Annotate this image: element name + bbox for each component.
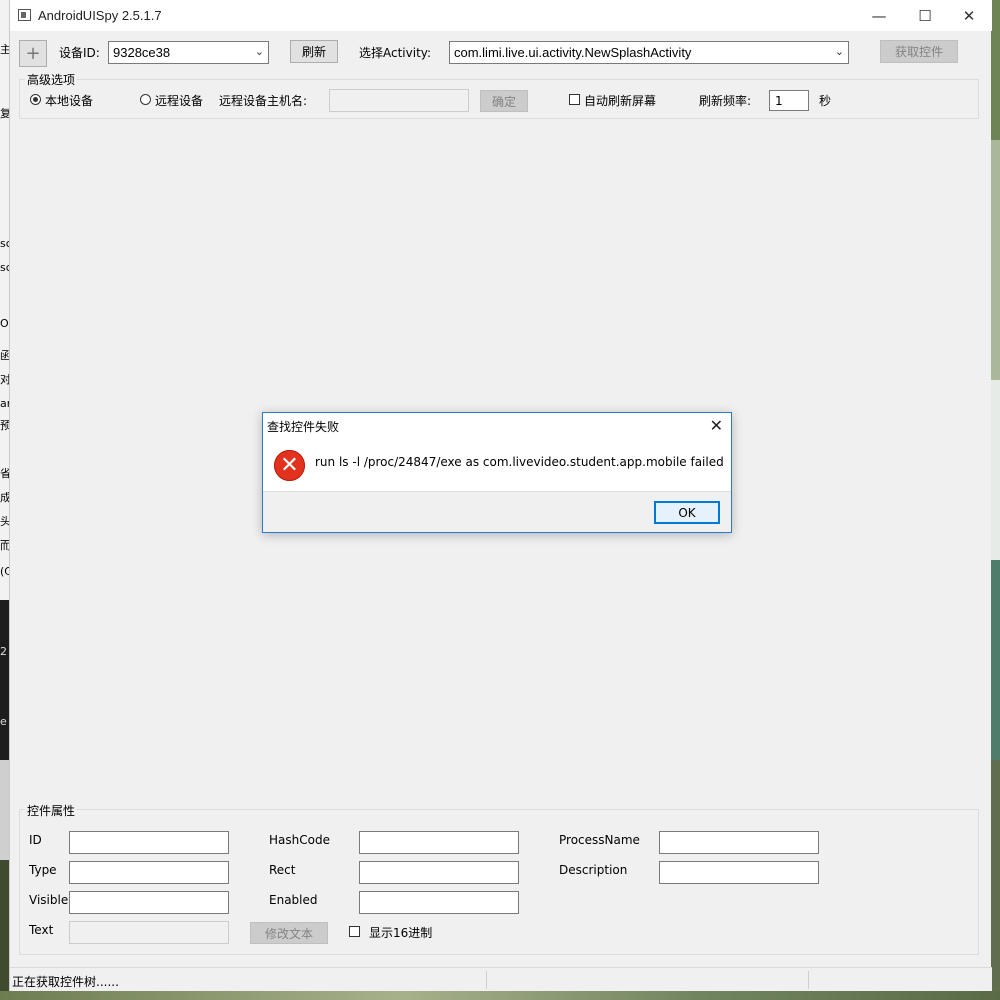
seconds-label: 秒 [819,94,832,108]
desktop-text-fragment: (C [0,566,9,578]
dialog-title: 查找控件失败 [267,420,340,434]
remote-host-input[interactable] [329,89,469,112]
app-icon [18,9,31,21]
dialog-close-button[interactable]: ✕ [710,416,723,435]
type-field[interactable] [69,861,229,884]
chevron-down-icon: ⌄ [254,45,264,58]
ok-button[interactable]: OK [654,501,720,524]
processname-label: ProcessName [559,833,640,847]
refresh-rate-value: 1 [775,94,783,108]
activity-value: com.limi.live.ui.activity.NewSplashActiv… [454,45,692,60]
hashcode-label: HashCode [269,833,330,847]
maximize-icon: ☐ [918,6,932,25]
hashcode-field[interactable] [359,831,519,854]
auto-refresh-label: 自动刷新屏幕 [584,94,657,108]
desktop-text-fragment: 成 [0,492,9,504]
confirm-button[interactable]: 确定 [480,90,528,112]
refresh-button-label: 刷新 [301,45,326,59]
plus-icon: + [25,43,41,64]
text-label: Text [29,923,54,937]
local-device-radio[interactable] [30,94,41,105]
desktop-text-fragment: Or [0,318,9,330]
refresh-rate-label: 刷新频率: [699,94,752,108]
minimize-icon: — [871,6,887,25]
status-separator [486,971,487,989]
get-controls-button[interactable]: 获取控件 [880,40,958,63]
device-id-value: 9328ce38 [113,45,171,60]
show-hex-checkbox[interactable] [349,926,360,937]
type-label: Type [29,863,57,877]
text-field[interactable] [69,921,229,944]
maximize-button[interactable]: ☐ [902,0,948,31]
desktop-text-fragment: 复 [0,108,9,120]
desktop-text-fragment: sc [0,262,9,274]
device-id-label: 设备ID: [59,46,100,60]
status-separator [808,971,809,989]
desktop-text-fragment: 头 [0,516,9,528]
desktop-text-fragment: 对 [0,374,9,386]
refresh-rate-input[interactable]: 1 [769,90,809,111]
dialog-footer: OK [263,491,731,532]
id-field[interactable] [69,831,229,854]
minimize-button[interactable]: — [856,0,902,31]
modify-text-button-label: 修改文本 [264,926,313,941]
status-text: 正在获取控件树...... [12,975,119,989]
refresh-button[interactable]: 刷新 [290,40,338,63]
processname-field[interactable] [659,831,819,854]
close-icon: ✕ [709,416,723,435]
dialog-message: run ls -l /proc/24847/exe as com.livevid… [315,455,724,469]
error-dialog: 查找控件失败 ✕ ✕ run ls -l /proc/24847/exe as … [262,412,732,533]
desktop-text-fragment: 函 [0,350,9,362]
status-bar: 正在获取控件树...... [10,967,992,991]
device-id-select[interactable]: 9328ce38 ⌄ [108,41,269,64]
remote-host-label: 远程设备主机名: [219,94,308,108]
desktop-text-fragment: 而 [0,540,9,552]
desktop-text-fragment: sc [0,238,9,250]
window-title: AndroidUISpy 2.5.1.7 [38,8,162,23]
error-icon: ✕ [274,450,305,481]
desktop-text-fragment: 主 [0,44,9,56]
enabled-field[interactable] [359,891,519,914]
desktop-text-fragment: 2 [0,646,7,658]
rect-label: Rect [269,863,296,877]
desktop-background-left: 主 复 sc sc Or 函 对 ar 预 省 成 头 而 (C 2 e [0,0,9,1000]
id-label: ID [29,833,42,847]
remote-device-label: 远程设备 [155,94,204,108]
get-controls-button-label: 获取控件 [894,45,943,59]
visible-field[interactable] [69,891,229,914]
rect-field[interactable] [359,861,519,884]
ok-button-label: OK [678,505,696,520]
local-device-label: 本地设备 [45,94,94,108]
modify-text-button[interactable]: 修改文本 [250,922,328,944]
description-label: Description [559,863,628,877]
close-icon: ✕ [962,6,976,25]
chevron-down-icon: ⌄ [834,45,844,58]
description-field[interactable] [659,861,819,884]
show-hex-label: 显示16进制 [369,926,433,940]
confirm-button-label: 确定 [491,94,516,109]
advanced-options-title: 高级选项 [25,71,78,88]
visible-label: Visible [29,893,69,907]
auto-refresh-checkbox[interactable] [569,94,580,105]
close-button[interactable]: ✕ [946,0,992,31]
desktop-background-right [991,0,1000,1000]
desktop-text-fragment: 预 [0,420,9,432]
control-properties-title: 控件属性 [25,802,78,819]
desktop-text-fragment: ar [0,398,9,410]
activity-label: 选择Activity: [359,46,432,60]
enabled-label: Enabled [269,893,318,907]
desktop-text-fragment: e [0,716,7,728]
desktop-background-bottom [0,991,1000,1000]
add-device-button[interactable]: + [19,40,47,67]
remote-device-radio[interactable] [140,94,151,105]
desktop-text-fragment: 省 [0,468,9,480]
title-bar[interactable]: AndroidUISpy 2.5.1.7 — ☐ ✕ [10,0,992,31]
activity-select[interactable]: com.limi.live.ui.activity.NewSplashActiv… [449,41,849,64]
